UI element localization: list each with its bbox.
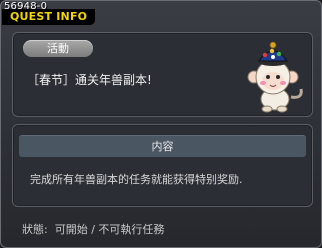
quest-description: 完成所有年兽副本的任务就能获得特别奖励.: [30, 173, 243, 186]
quest-tag-badge: 活動: [23, 40, 93, 57]
quest-info-window: 56948-0 QUEST INFO 活動 ［春节］通关年兽副本! 内容 完成所…: [0, 0, 322, 248]
quest-status: 狀態: 可開始 / 不可執行任務: [22, 223, 165, 236]
monkey-mascot-icon: [247, 41, 303, 113]
window-title: QUEST INFO: [2, 9, 96, 25]
quest-name: ［春节］通关年兽副本!: [27, 73, 152, 87]
quest-summary-panel: 活動 ［春节］通关年兽副本!: [12, 32, 313, 117]
content-section-header: 内容: [19, 135, 306, 157]
quest-content-panel: 内容 完成所有年兽副本的任务就能获得特别奖励.: [12, 124, 313, 207]
